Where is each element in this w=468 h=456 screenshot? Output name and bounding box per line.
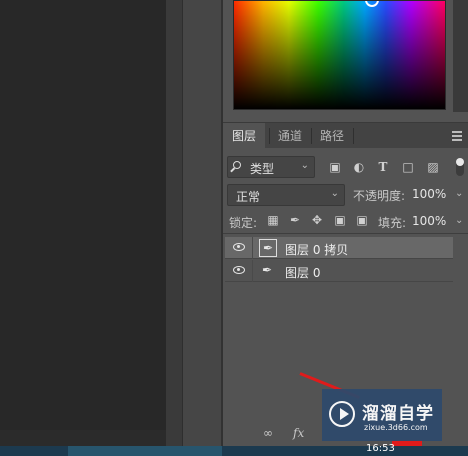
layer-name[interactable]: 图层 0 拷贝 [285, 241, 348, 258]
lock-all-icon[interactable]: ▣ [355, 213, 369, 227]
watermark-subtitle: zixue.3d66.com [364, 423, 428, 432]
panel-dock-divider [182, 0, 224, 446]
tab-channels[interactable]: 通道 [269, 123, 311, 149]
lock-paint-icon[interactable]: ✒ [288, 213, 302, 227]
fx-icon[interactable]: fx [293, 426, 304, 440]
opacity-label: 不透明度: [353, 189, 406, 203]
filter-kind-label: 类型 [250, 162, 275, 176]
chevron-down-icon: ⌄ [330, 188, 339, 199]
adjustment-filter-icon[interactable]: ◐ [352, 160, 366, 174]
layer-row-base[interactable]: ✒ 图层 0 [225, 260, 453, 282]
hue-slider-area[interactable] [453, 0, 468, 112]
link-icon[interactable]: ∞ [263, 426, 273, 440]
taskbar-app-button[interactable] [68, 446, 222, 456]
blend-mode-select[interactable]: 正常 ⌄ [227, 184, 345, 206]
right-panel: 图层 通道 路径 类型 ⌄ ▣ ◐ T □ ▨ 正常 ⌄ 不透明度: 100% … [223, 0, 468, 446]
color-picker-marker[interactable] [365, 1, 379, 7]
opacity-input[interactable]: 100% [412, 187, 446, 201]
shape-filter-icon[interactable]: □ [401, 160, 415, 174]
layer-thumbnail: ✒ [259, 239, 277, 257]
chevron-down-icon: ⌄ [300, 160, 309, 171]
filter-toggle[interactable] [456, 158, 464, 176]
lock-label: 锁定: [229, 216, 258, 230]
visibility-eye-icon[interactable] [233, 243, 245, 251]
watermark-title: 溜溜自学 [362, 404, 434, 424]
row-divider [252, 237, 253, 259]
watermark-logo: 溜溜自学 zixue.3d66.com [322, 389, 442, 441]
image-filter-icon[interactable]: ▣ [328, 160, 342, 174]
taskbar: 16:53 [0, 443, 468, 456]
lock-artboard-icon[interactable]: ▣ [333, 213, 347, 227]
panel-menu-icon[interactable] [452, 131, 462, 141]
tab-paths[interactable]: 路径 [311, 123, 353, 149]
layers-divider [223, 233, 468, 234]
brush-icon: ✒ [262, 263, 273, 277]
lock-position-icon[interactable]: ✥ [310, 213, 324, 227]
smart-object-filter-icon[interactable]: ▨ [426, 160, 440, 174]
layers-panel-tabs: 图层 通道 路径 [223, 122, 468, 149]
filter-kind-select[interactable]: 类型 ⌄ [227, 156, 315, 178]
blend-mode-value: 正常 [236, 190, 261, 204]
visibility-eye-icon[interactable] [233, 266, 245, 274]
play-icon [329, 401, 355, 427]
search-icon [233, 161, 241, 169]
layer-thumbnail: ✒ [259, 262, 277, 280]
layer-name[interactable]: 图层 0 [285, 264, 320, 281]
row-divider [252, 260, 253, 282]
color-spectrum[interactable] [233, 0, 446, 110]
opacity-chevron-icon[interactable]: ⌄ [455, 188, 463, 199]
taskbar-clock: 16:53 [366, 443, 395, 454]
tab-layers[interactable]: 图层 [223, 123, 266, 149]
type-filter-icon[interactable]: T [376, 160, 390, 174]
fill-chevron-icon[interactable]: ⌄ [455, 215, 463, 226]
fill-label: 填充: [378, 216, 407, 230]
canvas-scroll-strip[interactable] [166, 0, 182, 446]
layer-row-copy[interactable]: ✒ 图层 0 拷贝 [225, 237, 453, 259]
document-canvas[interactable] [0, 0, 166, 430]
brush-icon: ✒ [263, 241, 274, 255]
tab-separator [353, 128, 354, 144]
fill-input[interactable]: 100% [412, 214, 446, 228]
lock-transparent-icon[interactable]: ▦ [266, 213, 280, 227]
